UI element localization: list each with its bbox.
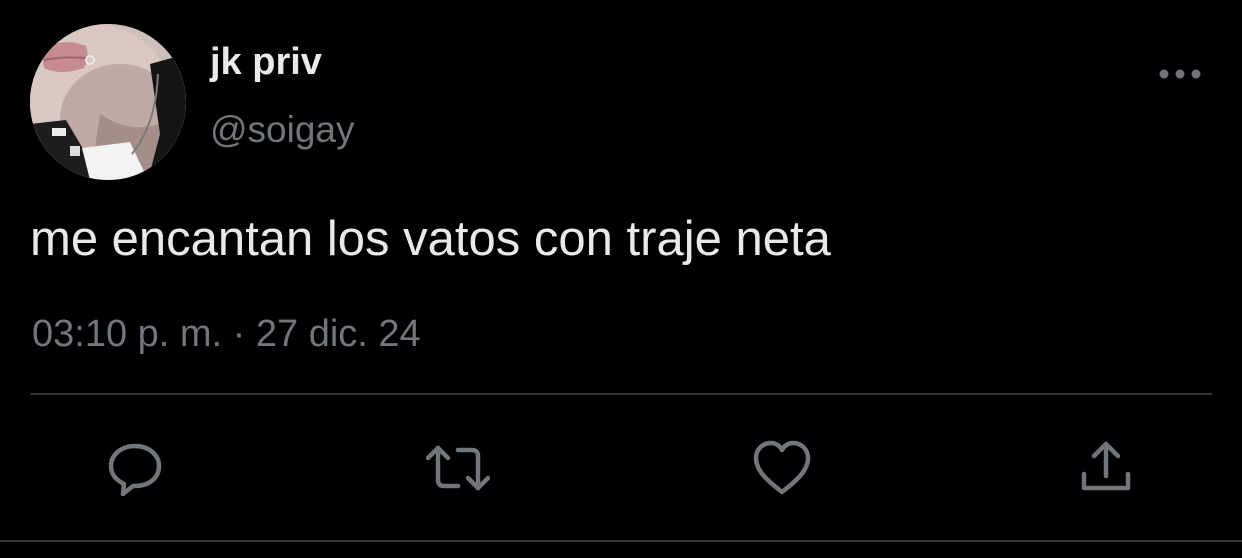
share-upload-icon	[1081, 441, 1131, 491]
share-button[interactable]	[1074, 436, 1138, 500]
tweet-text: me encantan los vatos con traje neta	[30, 212, 831, 266]
more-options-button[interactable]	[1152, 56, 1208, 92]
retweet-arrows-icon	[426, 445, 490, 491]
profile-photo-icon	[30, 24, 186, 180]
heart-outline-icon	[753, 440, 811, 495]
tweet-timestamp[interactable]: 03:10 p. m. · 27 dic. 24	[32, 310, 421, 358]
divider	[30, 393, 1212, 395]
retweet-button[interactable]	[426, 436, 490, 500]
tweet-card: jk priv @soigay me encantan los vatos co…	[0, 0, 1242, 558]
like-button[interactable]	[750, 436, 814, 500]
comment-bubble-icon	[108, 443, 162, 497]
avatar[interactable]	[30, 24, 186, 180]
author-display-name[interactable]: jk priv	[210, 38, 322, 86]
bottom-divider	[0, 540, 1242, 542]
reply-button[interactable]	[103, 436, 167, 500]
more-horizontal-icon	[1159, 69, 1201, 79]
author-handle[interactable]: @soigay	[210, 106, 355, 154]
